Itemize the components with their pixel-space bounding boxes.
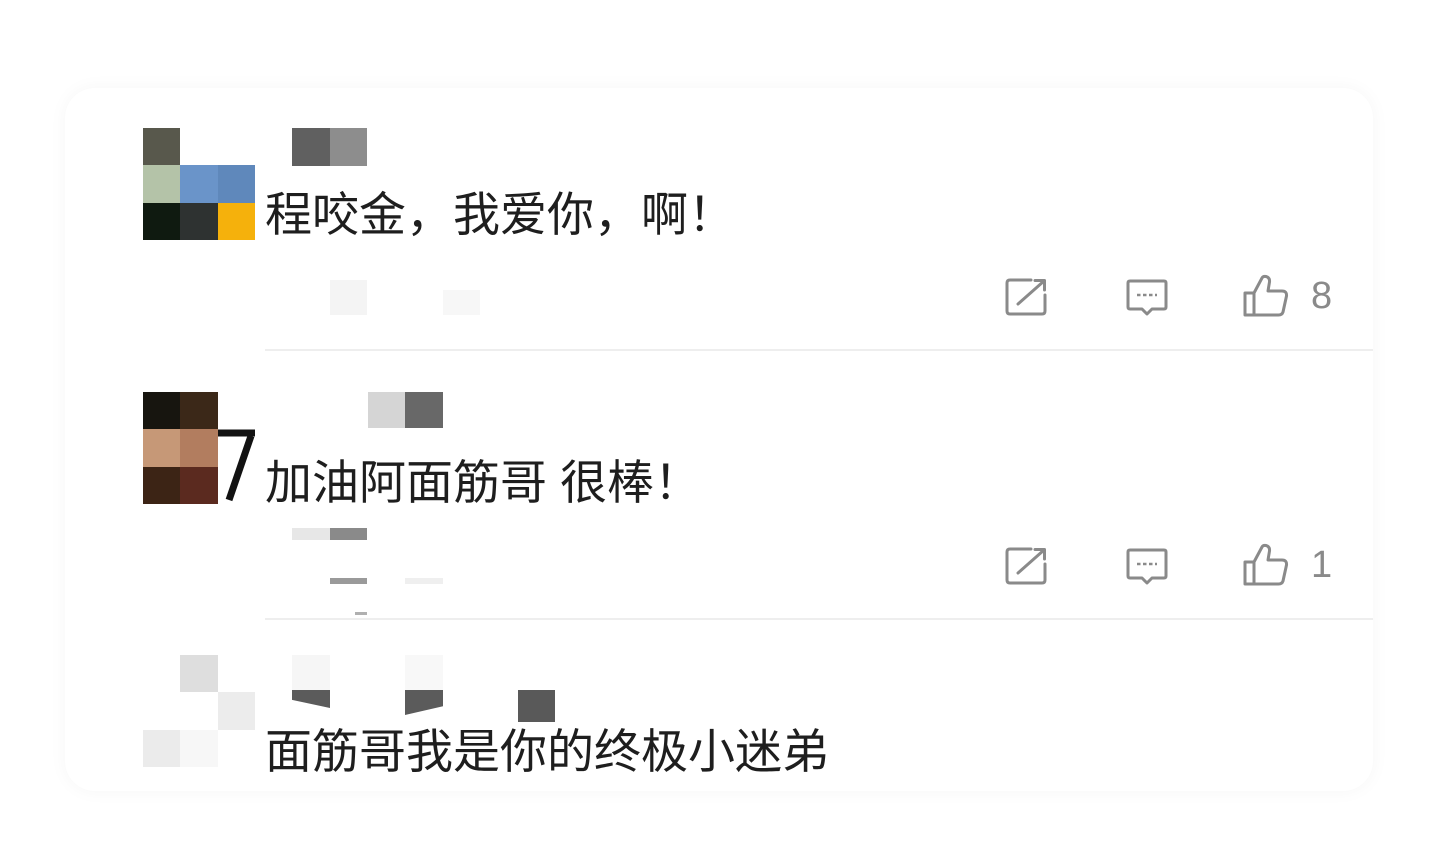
comment-item: 加油阿面筋哥 很棒！ 1 [65,392,1373,620]
avatar-mosaic-cell [143,729,181,767]
share-icon [1005,547,1047,585]
like-button[interactable]: 8 [1242,274,1332,318]
comment-item: 面筋哥我是你的终极小迷弟 [65,655,1373,791]
mosaic-block [330,578,367,584]
mosaic-block [518,690,555,722]
share-button[interactable] [1004,277,1048,317]
avatar-mosaic-cell [217,202,255,240]
avatar[interactable] [143,392,255,504]
avatar-mosaic-cell [217,692,255,730]
mosaic-block [355,612,367,615]
avatar-mosaic-cell [143,202,181,240]
thumbs-up-icon [1243,543,1289,586]
comment-text: 程咬金，我爱你，啊！ [265,188,735,241]
mosaic-block [405,690,443,715]
share-button[interactable] [1004,546,1048,586]
comment-divider [265,618,1373,620]
avatar-mosaic-cell [180,165,218,203]
comment-icon [1126,279,1168,316]
avatar-mosaic-cell [143,692,181,730]
comment-list: 程咬金，我爱你，啊！ 8 加油阿面筋哥 很棒！ 1 面筋哥我是你的终极小迷弟 [65,88,1373,791]
username-redacted[interactable] [292,690,555,722]
avatar-mosaic-cell [217,655,255,693]
avatar-mosaic-cell [217,128,255,166]
mosaic-block [405,578,443,584]
mosaic-block [292,655,330,690]
avatar-mosaic-cell [180,202,218,240]
avatar-mosaic-cell [180,655,218,693]
comment-item: 程咬金，我爱你，啊！ 8 [65,128,1373,351]
avatar-outline-stroke [218,429,255,502]
mosaic-block [330,128,367,166]
avatar-mosaic-cell [180,128,218,166]
mosaic-block [292,690,330,708]
like-button[interactable]: 1 [1242,543,1332,587]
username-redacted[interactable] [368,392,443,428]
comment-icon [1126,548,1168,585]
reply-button[interactable] [1125,547,1169,587]
comment-text: 加油阿面筋哥 很棒！ [265,456,702,509]
mosaic-block [330,528,367,540]
avatar[interactable] [143,128,255,240]
mosaic-block [292,528,330,540]
mosaic-block [405,655,443,690]
avatar-mosaic-cell [217,729,255,767]
avatar-mosaic-cell [143,655,181,693]
mosaic-block [443,290,480,315]
reply-button[interactable] [1125,278,1169,318]
avatar[interactable] [143,655,255,767]
like-count: 8 [1311,275,1333,317]
like-count: 1 [1311,544,1333,586]
avatar-mosaic-cell [180,692,218,730]
share-icon [1005,278,1047,316]
comment-text: 面筋哥我是你的终极小迷弟 [265,725,829,778]
comment-divider [265,349,1373,351]
mosaic-block [405,392,443,428]
thumbs-up-icon [1243,274,1289,317]
avatar-mosaic-cell [217,165,255,203]
mosaic-block [330,280,367,315]
mosaic-block [368,392,405,428]
mosaic-block [292,128,330,166]
username-redacted[interactable] [292,128,367,166]
avatar-mosaic-cell [180,729,218,767]
avatar-mosaic-cell [143,128,181,166]
avatar-mosaic-cell [143,165,181,203]
